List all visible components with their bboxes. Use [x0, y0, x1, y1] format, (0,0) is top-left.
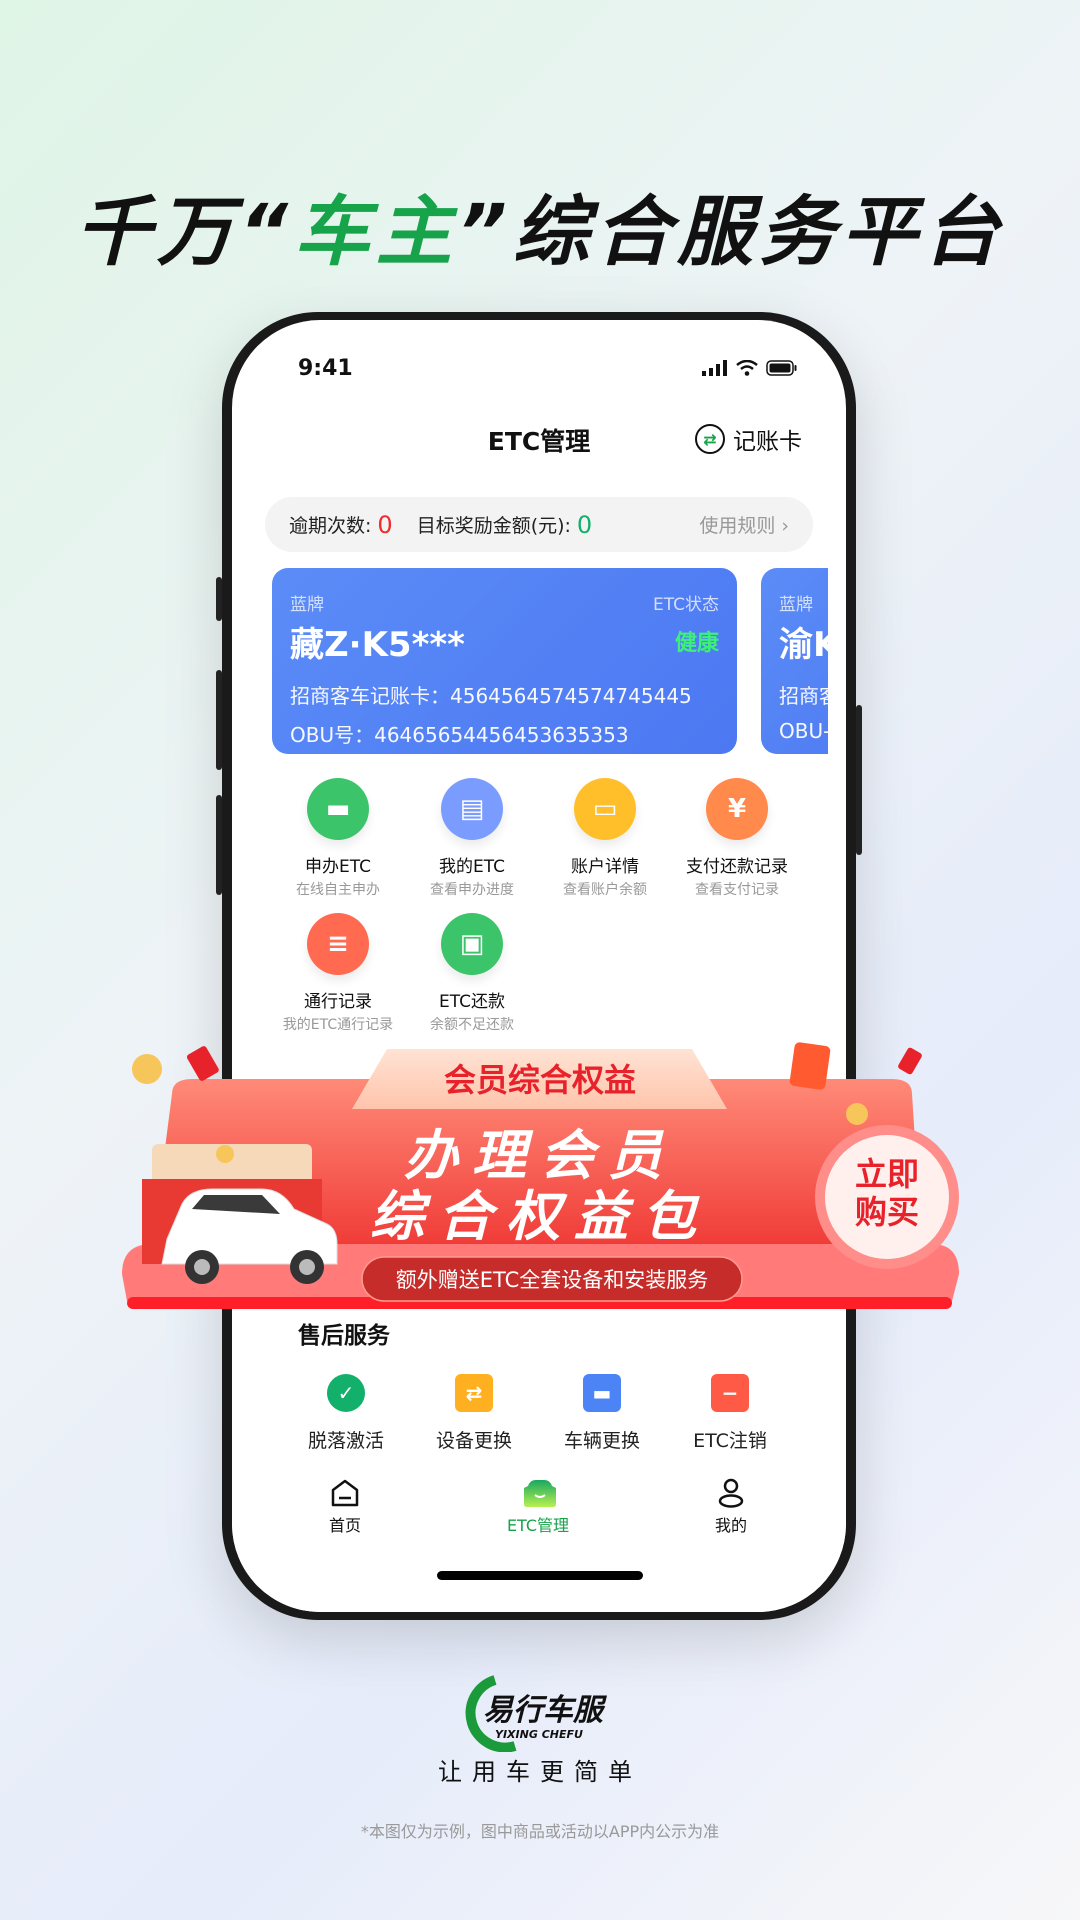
after-sales-label: 设备更换 — [435, 1430, 512, 1452]
chevron-right-icon: › — [781, 515, 789, 537]
headline: 千万“车主”综合服务平台 — [0, 170, 1080, 280]
function-label: 支付还款记录 — [686, 857, 788, 877]
car-smile-icon — [522, 1478, 556, 1508]
tab-label: ETC管理 — [506, 1516, 570, 1535]
function-item[interactable]: ▭ 账户详情 查看账户余额 — [530, 778, 680, 899]
swap-device-icon: ⇄ — [455, 1374, 493, 1412]
function-label: 账户详情 — [571, 857, 639, 877]
function-item[interactable]: ¥ 支付还款记录 查看支付记录 — [662, 778, 812, 899]
function-item[interactable]: ▤ 我的ETC 查看申办进度 — [397, 778, 547, 899]
coin-icon — [132, 1054, 162, 1084]
home-indicator — [437, 1571, 643, 1580]
car-icon: ▬ — [583, 1374, 621, 1412]
function-item[interactable]: ▬ 申办ETC 在线自主申办 — [263, 778, 413, 899]
brand-name-en: YIXING CHEFU — [495, 1728, 583, 1741]
status-icons — [702, 360, 798, 376]
wifi-icon — [736, 360, 758, 376]
banner-ribbon: 会员综合权益 — [444, 1061, 636, 1099]
obu-label: OBU号： — [290, 723, 375, 747]
screen-edge — [828, 560, 846, 760]
battery-icon — [766, 360, 797, 376]
banner-line2: 综合权益包 — [370, 1185, 710, 1248]
function-sub: 在线自主申办 — [296, 882, 380, 898]
red-envelope-icon — [898, 1047, 922, 1075]
function-sub: 查看申办进度 — [430, 882, 514, 898]
debit-card-switch[interactable]: ⇄ 记账卡 — [695, 422, 802, 456]
function-sub: 我的ETC通行记录 — [282, 1017, 394, 1033]
red-envelope-icon — [186, 1046, 219, 1081]
tagline: 让用车更简单 — [438, 1758, 642, 1786]
disclaimer: *本图仅为示例，图中商品或活动以APP内公示为准 — [360, 1822, 720, 1841]
function-label: 通行记录 — [304, 992, 372, 1012]
function-label: 申办ETC — [305, 857, 371, 877]
rules-link[interactable]: 使用规则 › — [699, 511, 789, 538]
function-sub: 查看账户余额 — [563, 882, 647, 898]
etc-card-icon: ▬ — [307, 778, 369, 840]
headline-post: ”综合服务平台 — [458, 187, 1005, 276]
stats-bar: 逾期次数: 0 目标奖励金额(元): 0 使用规则 › — [265, 497, 813, 552]
document-clock-icon: ▤ — [441, 778, 503, 840]
function-label: 我的ETC — [439, 857, 505, 877]
function-item[interactable]: ≡ 通行记录 我的ETC通行记录 — [263, 913, 413, 1034]
function-sub: 查看支付记录 — [695, 882, 779, 898]
headline-pre: 千万“ — [75, 187, 294, 276]
after-sales-item[interactable]: ▬ 车辆更换 — [537, 1374, 667, 1453]
after-sales-item[interactable]: ✓ 脱落激活 — [281, 1374, 411, 1453]
debit-card-label: 记账卡 — [733, 429, 802, 455]
banner-line1: 办理会员 — [404, 1124, 676, 1187]
check-badge-icon: ✓ — [327, 1374, 365, 1412]
card-label: 招商客车记账卡： — [290, 684, 450, 708]
buy-now-label: 立即购买 — [855, 1155, 919, 1231]
card-return-icon: ▣ — [441, 913, 503, 975]
membership-banner[interactable]: 会员综合权益 办理会员 综合权益包 额外赠送ETC全套设备和安装服务 立即购买 … — [122, 1039, 959, 1314]
tab-0[interactable]: 首页 — [285, 1478, 405, 1536]
yuan-icon: ¥ — [706, 778, 768, 840]
after-sales-item[interactable]: − ETC注销 — [665, 1374, 795, 1453]
card-number: 4564564574574745445 — [450, 684, 692, 708]
after-sales-item[interactable]: ⇄ 设备更换 — [409, 1374, 539, 1453]
volume-down-button — [216, 795, 222, 895]
reward-value: 0 — [576, 510, 593, 539]
headline-highlight: 车主 — [294, 187, 458, 276]
function-label: ETC还款 — [439, 992, 505, 1012]
status-label: ETC状态 — [653, 595, 719, 615]
rules-label: 使用规则 — [699, 515, 776, 537]
etc-cancel-icon: − — [711, 1374, 749, 1412]
function-item[interactable]: ▣ ETC还款 余额不足还款 — [397, 913, 547, 1034]
after-sales-label: 脱落激活 — [307, 1430, 384, 1452]
swap-icon: ⇄ — [695, 424, 725, 454]
obu-number: 46465654456453635353 — [374, 723, 629, 747]
brand-logo: 易行车服 YIXING CHEFU — [465, 1675, 608, 1752]
signal-icon — [702, 360, 727, 376]
etc-card[interactable]: 蓝牌 藏Z·K5*** ETC状态 健康 招商客车记账卡：456456457457… — [272, 568, 737, 754]
reward-label: 目标奖励金额(元): — [416, 515, 571, 537]
coin-icon — [846, 1103, 868, 1125]
buy-now-button[interactable]: 立即购买 — [815, 1125, 959, 1269]
status-time: 9:41 — [298, 356, 353, 381]
home-icon — [329, 1478, 361, 1508]
after-sales-title: 售后服务 — [298, 1323, 390, 1349]
tab-label: 首页 — [328, 1516, 361, 1535]
mute-switch — [216, 577, 222, 621]
after-sales-label: 车辆更换 — [563, 1430, 640, 1452]
tab-label: 我的 — [714, 1516, 747, 1535]
coin-icon — [216, 1145, 234, 1163]
tab-2[interactable]: 我的 — [671, 1478, 791, 1536]
wallet-icon: ▭ — [574, 778, 636, 840]
power-button — [856, 705, 862, 855]
brand-name: 易行车服 — [483, 1693, 608, 1728]
etc-status: 健康 — [674, 631, 719, 656]
red-envelope-icon — [789, 1042, 831, 1090]
overdue-value: 0 — [377, 510, 393, 539]
overdue-label: 逾期次数: — [289, 515, 372, 537]
volume-up-button — [216, 670, 222, 770]
user-icon — [715, 1478, 747, 1508]
scroll-icon: ≡ — [307, 913, 369, 975]
after-sales-label: ETC注销 — [693, 1430, 767, 1452]
function-sub: 余额不足还款 — [430, 1017, 514, 1033]
tab-1[interactable]: ETC管理 — [478, 1478, 598, 1536]
banner-subtitle: 额外赠送ETC全套设备和安装服务 — [396, 1268, 709, 1292]
